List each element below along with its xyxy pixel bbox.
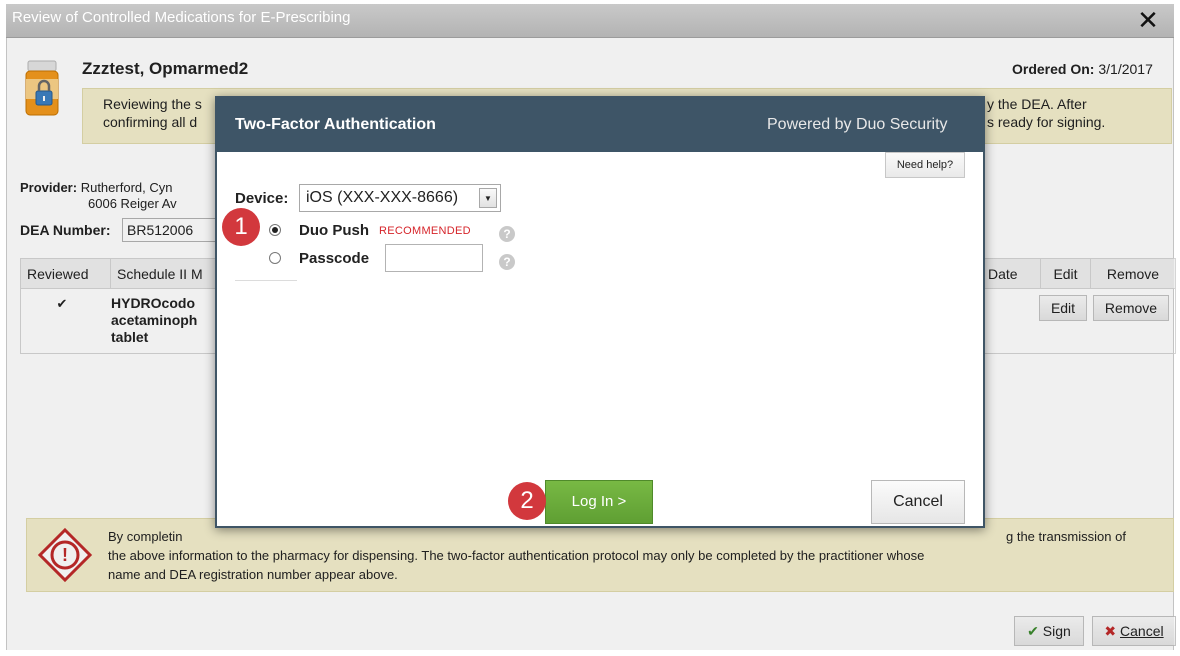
passcode-label[interactable]: Passcode — [299, 250, 369, 267]
dialog-title: Two-Factor Authentication — [235, 116, 436, 133]
duo-push-radio[interactable] — [269, 224, 281, 236]
chevron-down-icon[interactable]: ▼ — [479, 188, 497, 208]
help-icon[interactable]: ? — [499, 226, 515, 242]
window-titlebar: Review of Controlled Medications for E-P… — [6, 4, 1174, 38]
recommended-tag: RECOMMENDED — [379, 225, 471, 237]
need-help-button[interactable]: Need help? — [885, 152, 965, 178]
device-select-value: iOS (XXX-XXX-8666) — [306, 189, 459, 206]
step-badge-1: 1 — [222, 208, 260, 246]
two-factor-dialog: Two-Factor Authentication Powered by Duo… — [215, 96, 985, 528]
dialog-cancel-button[interactable]: Cancel — [871, 480, 965, 524]
window-title: Review of Controlled Medications for E-P… — [12, 9, 351, 26]
passcode-input[interactable] — [385, 244, 483, 272]
options-divider — [235, 280, 297, 281]
passcode-radio[interactable] — [269, 252, 281, 264]
duo-push-label[interactable]: Duo Push — [299, 222, 369, 239]
help-icon[interactable]: ? — [499, 254, 515, 270]
close-button[interactable]: ✕ — [1123, 6, 1173, 36]
dialog-header: Two-Factor Authentication Powered by Duo… — [217, 98, 983, 152]
device-select[interactable]: iOS (XXX-XXX-8666) ▼ — [299, 184, 501, 212]
powered-by-duo: Powered by Duo Security — [767, 116, 948, 133]
device-label: Device: — [235, 190, 289, 207]
step-badge-2: 2 — [508, 482, 546, 520]
log-in-button[interactable]: Log In > — [545, 480, 653, 524]
